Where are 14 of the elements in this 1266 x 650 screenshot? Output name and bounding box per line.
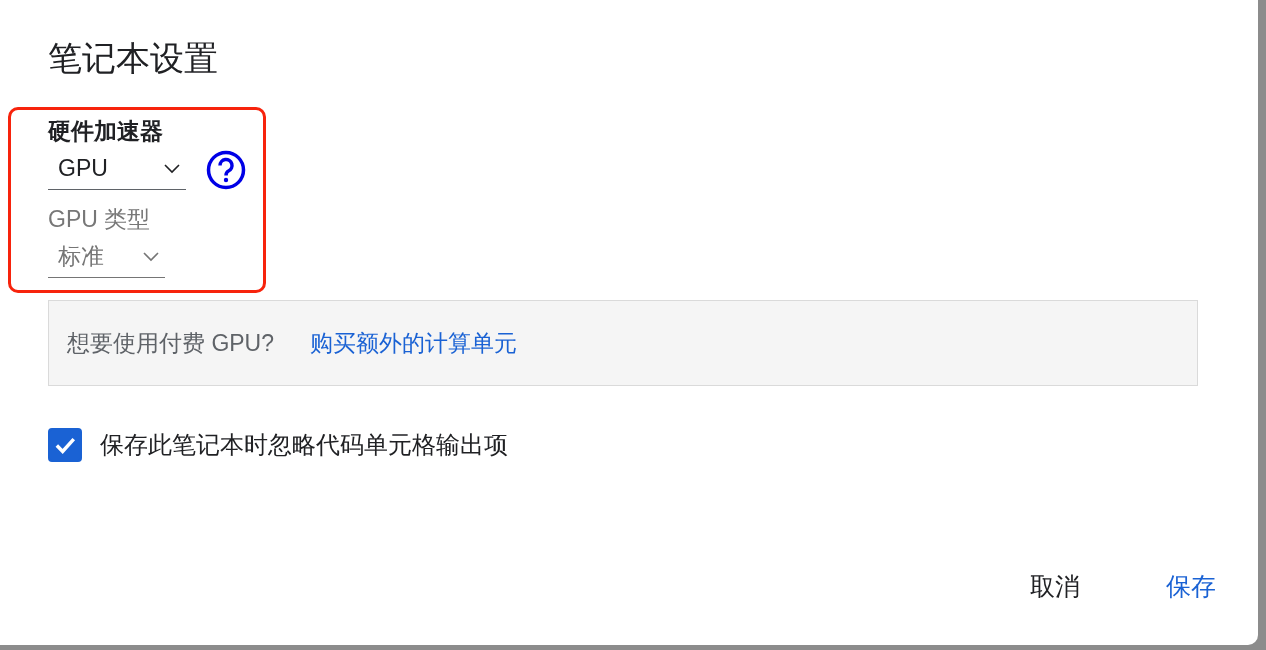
checkbox[interactable] bbox=[48, 428, 82, 462]
caret-icon bbox=[143, 251, 159, 262]
save-button[interactable]: 保存 bbox=[1152, 564, 1230, 609]
field-label: 硬件加速器 bbox=[48, 117, 164, 146]
field-label: GPU 类型 bbox=[48, 205, 152, 234]
checkbox-label: 保存此笔记本时忽略代码单元格输出项 bbox=[100, 430, 508, 460]
dropdown[interactable]: GPU bbox=[48, 150, 186, 190]
dialog-title: 笔记本设置 bbox=[48, 38, 219, 78]
link[interactable]: 购买额外的计算单元 bbox=[310, 327, 518, 359]
caret-icon bbox=[164, 163, 180, 174]
cancel-button[interactable]: 取消 bbox=[1016, 564, 1094, 609]
help-icon[interactable] bbox=[206, 150, 246, 190]
dropdown: 标准 bbox=[48, 238, 165, 278]
info-text: 想要使用付费 GPU? bbox=[67, 328, 275, 358]
